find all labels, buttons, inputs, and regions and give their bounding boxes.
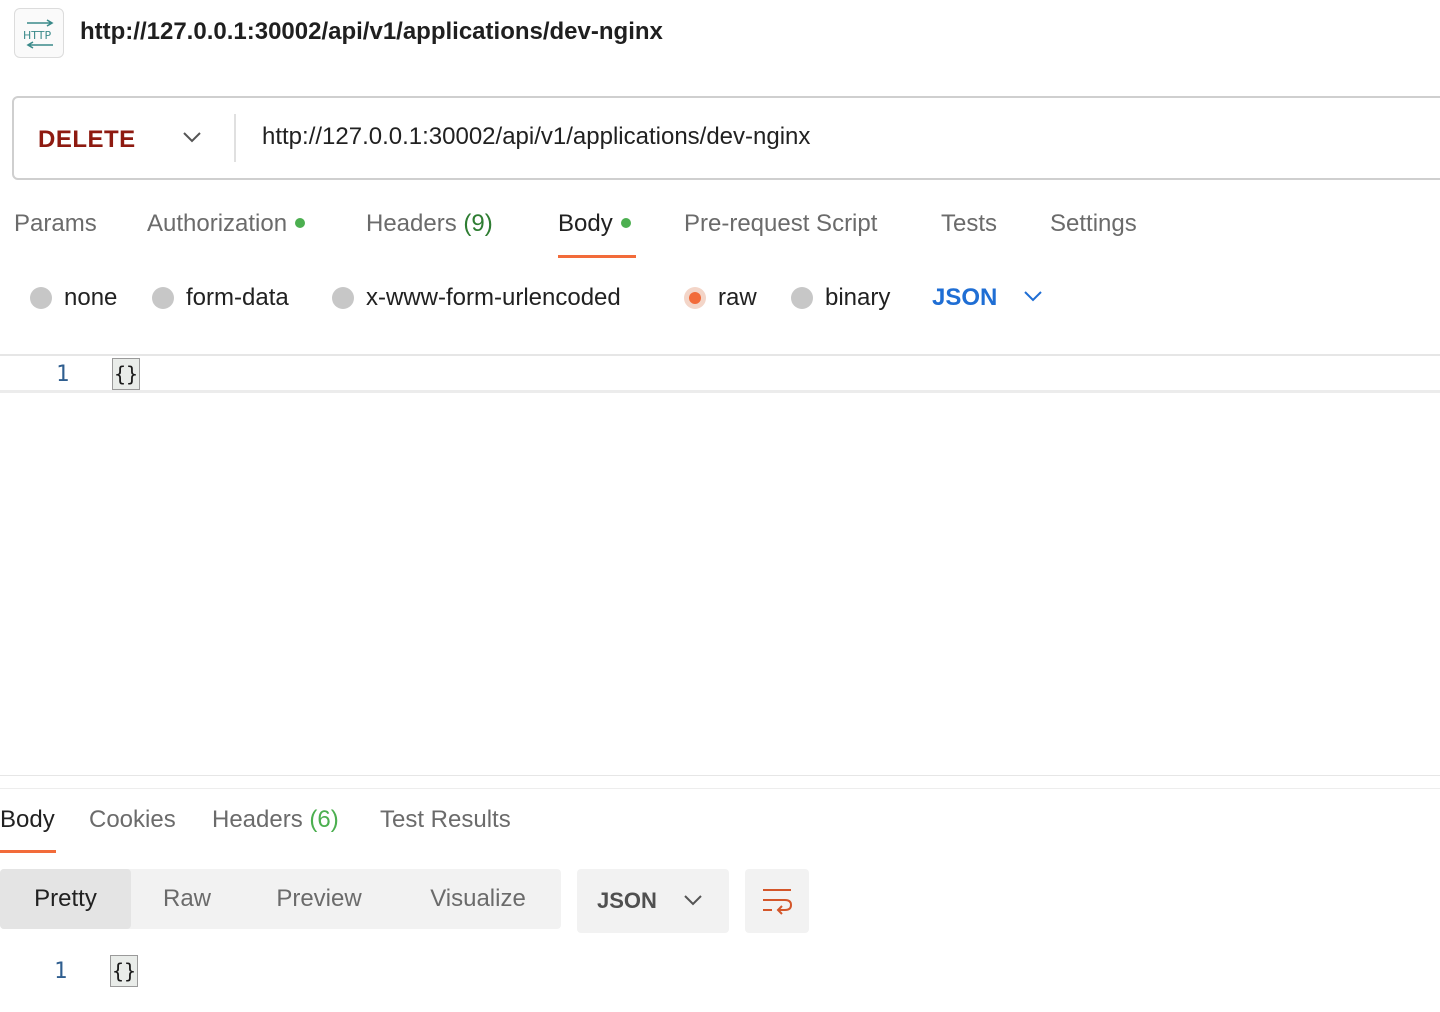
response-tab-body[interactable]: Body: [0, 806, 55, 834]
wrap-lines-button[interactable]: [745, 869, 809, 933]
tab-tests[interactable]: Tests: [941, 210, 997, 238]
radio-circle[interactable]: [791, 287, 813, 309]
headers-count: (9): [463, 210, 493, 237]
response-tab-test-results[interactable]: Test Results: [380, 806, 511, 834]
response-tab-headers[interactable]: Headers (6): [212, 806, 339, 834]
view-pretty-button[interactable]: Pretty: [0, 869, 131, 929]
status-dot: [295, 217, 306, 228]
response-tab-cookies[interactable]: Cookies: [89, 806, 176, 834]
radio-none[interactable]: none: [30, 284, 117, 312]
line-number: 1: [56, 362, 70, 387]
pane-divider-secondary: [0, 788, 1440, 789]
radio-label: x-www-form-urlencoded: [366, 284, 621, 311]
url-input[interactable]: [262, 120, 1362, 154]
language-select[interactable]: JSON: [932, 284, 997, 312]
radio-raw[interactable]: raw: [684, 284, 757, 312]
tab-authorization[interactable]: Authorization: [147, 210, 306, 238]
radio-label: none: [64, 284, 118, 311]
view-visualize-button[interactable]: Visualize: [395, 869, 561, 929]
chevron-down-icon[interactable]: [1022, 288, 1044, 304]
tab-body[interactable]: Body: [558, 210, 631, 238]
url-bar: DELETE: [12, 96, 1440, 180]
chevron-down-icon[interactable]: [182, 130, 202, 144]
tab-label: Cookies: [89, 806, 176, 833]
tab-headers[interactable]: Headers (9): [366, 210, 493, 238]
radio-circle[interactable]: [30, 287, 52, 309]
wrap-lines-icon: [763, 889, 793, 915]
tab-label: Params: [14, 210, 97, 237]
editor-content[interactable]: {}: [112, 358, 141, 390]
radio-form-data[interactable]: form-data: [152, 284, 289, 312]
radio-binary[interactable]: binary: [791, 284, 890, 312]
editor-top-border: [0, 354, 1440, 356]
tab-label: Tests: [941, 210, 998, 237]
radio-circle-selected[interactable]: [684, 287, 706, 309]
view-preview-button[interactable]: Preview: [243, 869, 395, 929]
radio-circle[interactable]: [332, 287, 354, 309]
headers-count: (6): [309, 806, 339, 833]
svg-text:HTTP: HTTP: [23, 29, 52, 42]
radio-circle[interactable]: [152, 287, 174, 309]
active-tab-indicator: [558, 255, 636, 258]
radio-label: form-data: [186, 284, 289, 311]
http-request-badge: HTTP: [14, 8, 64, 58]
request-editor-line[interactable]: 1 {}: [0, 358, 1440, 393]
active-tab-indicator: [0, 850, 56, 853]
response-format-select[interactable]: JSON: [577, 869, 729, 933]
radio-label: binary: [825, 284, 891, 311]
radio-label: raw: [718, 284, 757, 311]
tab-label: Body: [558, 210, 613, 237]
tab-label: Headers: [366, 210, 457, 237]
tab-pre-request-script[interactable]: Pre-request Script: [684, 210, 877, 238]
url-divider: [234, 114, 236, 162]
tab-params[interactable]: Params: [14, 210, 97, 238]
status-dot: [620, 217, 631, 228]
tab-label: Authorization: [147, 210, 288, 237]
tab-label: Body: [0, 806, 55, 833]
http-icon: HTTP: [23, 19, 54, 49]
tab-label: Test Results: [380, 806, 511, 833]
tab-label: Settings: [1050, 210, 1137, 237]
tab-label: Pre-request Script: [684, 210, 878, 237]
request-title: http://127.0.0.1:30002/api/v1/applicatio…: [80, 18, 663, 45]
tab-settings[interactable]: Settings: [1050, 210, 1137, 238]
radio-x-www-form-urlencoded[interactable]: x-www-form-urlencoded: [332, 284, 621, 312]
chevron-down-icon: [684, 895, 702, 906]
view-raw-button[interactable]: Raw: [131, 869, 243, 929]
line-number: 1: [54, 959, 68, 984]
format-label: JSON: [597, 888, 657, 913]
method-select[interactable]: DELETE: [38, 126, 136, 154]
response-content[interactable]: {}: [110, 955, 139, 987]
tab-label: Headers: [212, 806, 303, 833]
pane-divider[interactable]: [0, 775, 1440, 776]
